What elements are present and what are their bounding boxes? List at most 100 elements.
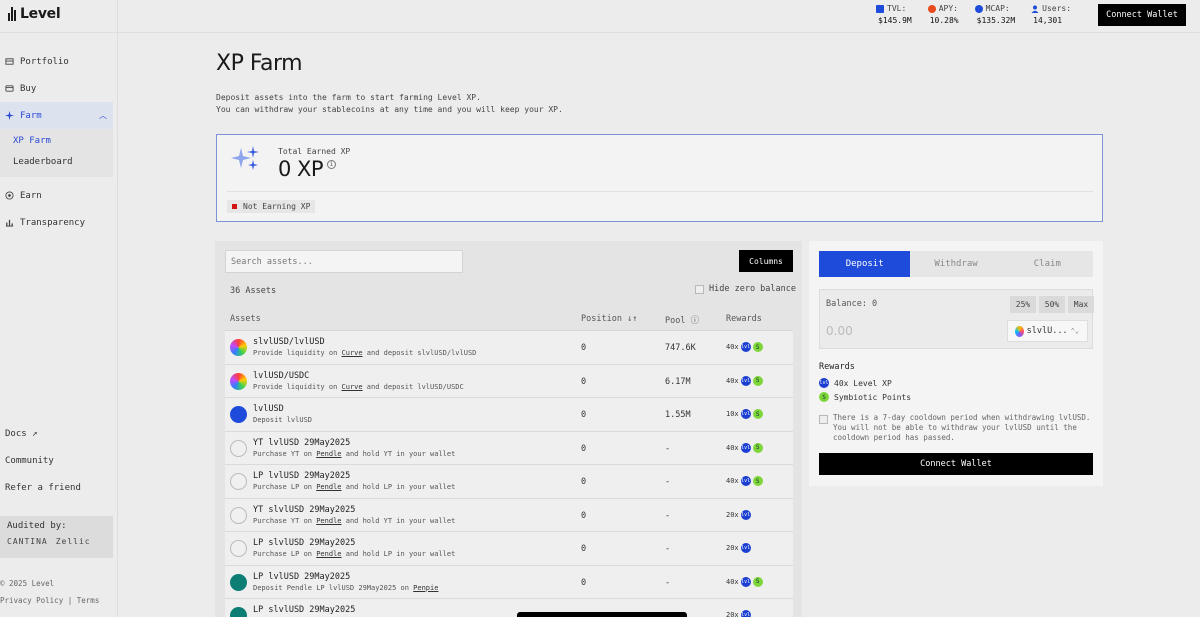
sidebar-item-buy[interactable]: Buy xyxy=(0,75,113,102)
cooldown-checkbox[interactable] xyxy=(819,415,828,424)
pendle-token-icon xyxy=(230,439,247,457)
deposit-tabs: Deposit Withdraw Claim xyxy=(819,251,1093,277)
table-row[interactable]: lvlUSD Deposit lvlUSD 0 1.55M 10x lvl S xyxy=(225,398,793,432)
position-value: 0 xyxy=(581,410,587,420)
chevron-up-icon: ︿ xyxy=(99,111,107,120)
token-select[interactable]: slvlU... ⌃⌄ xyxy=(1007,320,1088,342)
table-row[interactable]: LP lvlUSD 29May2025 Purchase LP on Pendle… xyxy=(225,465,793,499)
pendle-token-icon xyxy=(230,506,247,524)
multiplier: 40x xyxy=(726,443,739,452)
desc-link[interactable]: Pendle xyxy=(316,483,341,491)
sidebar-bottom-links: Docs ↗ Community Refer a friend xyxy=(0,424,113,505)
subnav-item-leaderboard[interactable]: Leaderboard xyxy=(0,152,113,173)
tab-withdraw[interactable]: Withdraw xyxy=(910,251,1001,277)
asset-description: Purchase YT on Pendle and hold YT in you… xyxy=(253,517,455,525)
table-row[interactable]: YT lvlUSD 29May2025 Purchase YT on Pendle… xyxy=(225,431,793,465)
reward-label: 40x Level XP xyxy=(834,378,892,388)
token-icon xyxy=(1015,325,1024,337)
tab-deposit[interactable]: Deposit xyxy=(819,251,911,277)
desc-link[interactable]: Pendle xyxy=(316,450,341,458)
col-rewards: Rewards xyxy=(726,314,762,324)
sidebar-item-label: Farm xyxy=(20,110,42,121)
sidebar-item-transparency[interactable]: Transparency xyxy=(0,209,113,236)
max-button[interactable]: Max xyxy=(1068,296,1094,313)
auditor-cantina-logo[interactable]: CANTINA xyxy=(7,537,48,546)
community-link[interactable]: Community xyxy=(0,451,113,478)
symbiotic-icon: S xyxy=(752,375,763,386)
subnav-item-xp-farm[interactable]: XP Farm xyxy=(0,131,113,152)
desc-link[interactable]: Pendle xyxy=(316,550,341,558)
status-indicator-icon xyxy=(232,204,237,209)
desc-link[interactable]: Curve xyxy=(342,383,363,391)
pendle-token-icon xyxy=(230,473,247,490)
search-input[interactable]: Search assets... xyxy=(225,250,463,273)
table-row[interactable]: slvlUSD/lvlUSD Provide liquidity on Curve… xyxy=(225,331,793,365)
card-divider xyxy=(227,191,1093,192)
connect-wallet-header-button[interactable]: Connect Wallet xyxy=(1098,4,1186,26)
asset-description: Deposit lvlUSD xyxy=(253,416,312,424)
table-row[interactable]: LP slvlUSD 29May2025 20x lvl xyxy=(225,599,793,617)
desc-link[interactable]: Penpie xyxy=(413,584,438,592)
table-row[interactable]: lvlUSD/USDC Provide liquidity on Curve an… xyxy=(225,364,793,398)
legal-links[interactable]: Privacy Policy | Terms xyxy=(0,592,99,609)
table-row[interactable]: LP slvlUSD 29May2025 Purchase LP on Pendl… xyxy=(225,532,793,566)
pool-value: - xyxy=(665,510,671,521)
lvlusd-token-icon xyxy=(230,406,247,423)
desc-link[interactable]: Pendle xyxy=(316,517,341,525)
docs-link[interactable]: Docs ↗ xyxy=(0,424,113,451)
columns-button[interactable]: Columns xyxy=(739,250,793,272)
sidebar-item-portfolio[interactable]: Portfolio xyxy=(0,48,113,75)
sidebar-item-label: Buy xyxy=(20,83,37,94)
desc-link[interactable]: Curve xyxy=(342,349,363,357)
logo[interactable]: Level xyxy=(8,6,61,22)
asset-name: LP lvlUSD 29May2025 xyxy=(253,471,351,481)
info-icon[interactable]: ⓘ xyxy=(691,316,700,326)
stat-value: 10.28% xyxy=(929,16,959,25)
auditor-zellic-logo[interactable]: Zellic xyxy=(56,537,91,546)
table-row[interactable]: LP lvlUSD 29May2025 Deposit Pendle LP lvl… xyxy=(225,565,793,599)
rewards-cell: 10x lvl S xyxy=(726,409,763,419)
curve-token-icon xyxy=(230,372,247,390)
asset-count: 36 Assets xyxy=(230,286,277,296)
sidebar-item-earn[interactable]: Earn xyxy=(0,182,113,209)
table-row[interactable]: YT slvlUSD 29May2025 Purchase YT on Pendl… xyxy=(225,498,793,532)
sidebar-nav: Portfolio Buy Farm ︿ XP Farm Leaderboard… xyxy=(0,48,113,236)
description-line: You can withdraw your stablecoins at any… xyxy=(216,105,563,114)
hide-zero-checkbox[interactable] xyxy=(695,284,704,294)
amount-box: Balance: 0 25% 50% Max 0.00 slvlU... ⌃⌄ xyxy=(819,289,1094,349)
token-label: slvlU... xyxy=(1026,326,1068,336)
asset-description: Deposit Pendle LP lvlUSD 29May2025 on Pe… xyxy=(253,584,438,592)
info-icon[interactable]: i xyxy=(327,160,336,169)
portfolio-icon xyxy=(5,58,14,65)
hide-zero-toggle[interactable]: Hide zero balance xyxy=(695,284,796,294)
col-position[interactable]: Position ↓↑ xyxy=(581,314,637,324)
connect-wallet-button[interactable]: Connect Wallet xyxy=(819,453,1093,475)
stat-mcap: MCAP: $135.32M xyxy=(974,4,1015,25)
symbiotic-icon: S xyxy=(752,476,763,486)
audited-title: Audited by: xyxy=(7,521,67,531)
scroll-indicator[interactable] xyxy=(517,612,687,617)
desc-text: and hold YT in your wallet xyxy=(341,449,456,458)
amount-input[interactable]: 0.00 xyxy=(826,324,853,338)
sidebar-item-farm[interactable]: Farm ︿ xyxy=(0,102,113,129)
col-pool: Pool ⓘ xyxy=(665,314,699,326)
sort-icon: ↓↑ xyxy=(627,314,638,324)
refer-link[interactable]: Refer a friend xyxy=(0,478,113,505)
multiplier: 40x xyxy=(726,477,739,485)
level-xp-icon: lvl xyxy=(740,543,751,553)
pct-50-button[interactable]: 50% xyxy=(1039,296,1065,313)
asset-description: Purchase LP on Pendle and hold LP in you… xyxy=(253,483,455,491)
desc-text: and hold LP in your wallet xyxy=(341,550,456,558)
pct-25-button[interactable]: 25% xyxy=(1010,296,1036,313)
user-icon xyxy=(1031,5,1039,13)
position-value: 0 xyxy=(581,510,587,521)
deposit-panel: Deposit Withdraw Claim Balance: 0 25% 50… xyxy=(809,241,1103,486)
multiplier: 10x xyxy=(726,410,739,418)
tab-claim[interactable]: Claim xyxy=(1002,251,1093,277)
page-title: XP Farm xyxy=(216,51,303,76)
level-xp-icon: lvl xyxy=(740,342,751,352)
hide-zero-label: Hide zero balance xyxy=(709,284,796,294)
pool-value: 6.17M xyxy=(665,376,691,387)
penpie-token-icon xyxy=(230,607,247,617)
position-value: 0 xyxy=(581,376,587,387)
